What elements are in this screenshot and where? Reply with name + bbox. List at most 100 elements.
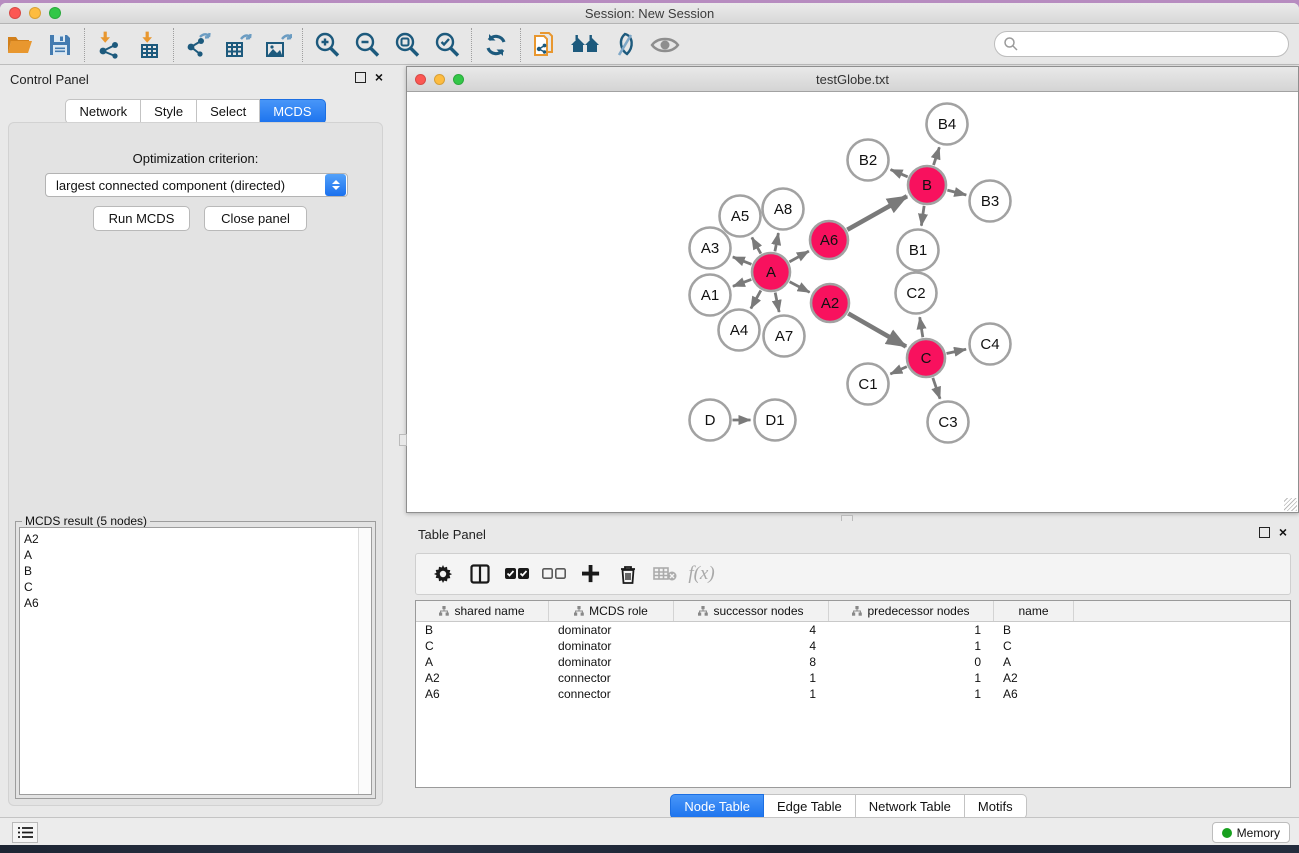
column-header-name[interactable]: name bbox=[994, 601, 1074, 621]
edge-A-A3[interactable] bbox=[733, 257, 752, 264]
column-header-predecessor-nodes[interactable]: predecessor nodes bbox=[829, 601, 994, 621]
table-cell[interactable]: dominator bbox=[549, 638, 674, 654]
select-all-button[interactable] bbox=[498, 556, 535, 592]
result-list-item[interactable]: A6 bbox=[24, 595, 371, 611]
float-panel-icon[interactable] bbox=[355, 72, 366, 83]
edge-C-C4[interactable] bbox=[947, 349, 967, 353]
export-image-button[interactable] bbox=[258, 27, 298, 63]
mcds-result-list[interactable]: A2ABCA6 bbox=[19, 527, 372, 795]
table-cell[interactable]: 4 bbox=[674, 638, 829, 654]
edge-B-B4[interactable] bbox=[934, 147, 940, 165]
network-window-titlebar[interactable]: testGlobe.txt bbox=[407, 67, 1298, 92]
edge-A6-B[interactable] bbox=[847, 196, 907, 229]
float-panel-icon[interactable] bbox=[1259, 527, 1270, 538]
table-cell[interactable]: 0 bbox=[829, 654, 994, 670]
export-network-button[interactable] bbox=[178, 27, 218, 63]
graph-node-A5[interactable]: A5 bbox=[720, 196, 761, 237]
table-cell[interactable]: 4 bbox=[674, 622, 829, 638]
search-field[interactable] bbox=[994, 31, 1289, 57]
table-cell[interactable]: C bbox=[994, 638, 1074, 654]
function-builder-button[interactable]: f(x) bbox=[683, 556, 720, 592]
edge-B-B2[interactable] bbox=[891, 170, 908, 177]
table-cell[interactable]: connector bbox=[549, 686, 674, 702]
duplicate-network-button[interactable] bbox=[525, 27, 565, 63]
table-cell[interactable]: dominator bbox=[549, 622, 674, 638]
table-cell[interactable]: A2 bbox=[994, 670, 1074, 686]
graph-node-A6[interactable]: A6 bbox=[810, 221, 848, 259]
graph-node-C3[interactable]: C3 bbox=[928, 402, 969, 443]
table-cell[interactable]: B bbox=[416, 622, 549, 638]
zoom-selected-button[interactable] bbox=[427, 27, 467, 63]
table-settings-button[interactable] bbox=[424, 556, 461, 592]
run-mcds-button[interactable]: Run MCDS bbox=[93, 206, 190, 231]
result-list-item[interactable]: C bbox=[24, 579, 371, 595]
node-table[interactable]: shared nameMCDS rolesuccessor nodesprede… bbox=[415, 600, 1291, 788]
hide-annotations-button[interactable] bbox=[605, 27, 645, 63]
table-cell[interactable]: 1 bbox=[674, 670, 829, 686]
column-header-shared-name[interactable]: shared name bbox=[416, 601, 549, 621]
window-resize-grip[interactable] bbox=[1284, 498, 1297, 511]
table-row[interactable]: Cdominator41C bbox=[416, 638, 1290, 654]
show-graphics-button[interactable] bbox=[645, 27, 685, 63]
table-cell[interactable]: 1 bbox=[674, 686, 829, 702]
result-list-item[interactable]: A bbox=[24, 547, 371, 563]
graph-node-A2[interactable]: A2 bbox=[811, 284, 849, 322]
tab-node-table[interactable]: Node Table bbox=[670, 794, 764, 819]
edge-B-B3[interactable] bbox=[947, 190, 966, 195]
tab-mcds[interactable]: MCDS bbox=[260, 99, 325, 124]
table-row[interactable]: Bdominator41B bbox=[416, 622, 1290, 638]
edge-A-A7[interactable] bbox=[775, 293, 779, 312]
import-table-button[interactable] bbox=[129, 27, 169, 63]
graph-node-B2[interactable]: B2 bbox=[848, 140, 889, 181]
delete-table-button[interactable] bbox=[646, 556, 683, 592]
maximize-window-button[interactable] bbox=[49, 7, 61, 19]
graph-node-C4[interactable]: C4 bbox=[970, 324, 1011, 365]
deselect-all-button[interactable] bbox=[535, 556, 572, 592]
edge-A-A4[interactable] bbox=[751, 290, 761, 308]
graph-node-B1[interactable]: B1 bbox=[898, 230, 939, 271]
close-panel-icon[interactable]: × bbox=[1279, 527, 1287, 538]
table-cell[interactable]: dominator bbox=[549, 654, 674, 670]
graph-node-A[interactable]: A bbox=[752, 253, 790, 291]
zoom-out-button[interactable] bbox=[347, 27, 387, 63]
delete-column-button[interactable] bbox=[609, 556, 646, 592]
edge-C-C2[interactable] bbox=[920, 317, 923, 337]
memory-button[interactable]: Memory bbox=[1212, 822, 1290, 843]
table-row[interactable]: Adominator80A bbox=[416, 654, 1290, 670]
maximize-window-button[interactable] bbox=[453, 74, 464, 85]
edge-A-A1[interactable] bbox=[733, 279, 751, 286]
edge-B-B1[interactable] bbox=[921, 206, 924, 226]
network-canvas[interactable]: AA1A3A4A5A7A8A6A2BB1B2B3B4CC1C2C3C4DD1 bbox=[407, 92, 1298, 512]
close-window-button[interactable] bbox=[415, 74, 426, 85]
graph-node-B[interactable]: B bbox=[908, 166, 946, 204]
table-cell[interactable]: 1 bbox=[829, 638, 994, 654]
table-cell[interactable]: A6 bbox=[994, 686, 1074, 702]
graph-node-B4[interactable]: B4 bbox=[927, 104, 968, 145]
close-window-button[interactable] bbox=[9, 7, 21, 19]
refresh-button[interactable] bbox=[476, 27, 516, 63]
graph-node-A4[interactable]: A4 bbox=[719, 310, 760, 351]
column-header-MCDS-role[interactable]: MCDS role bbox=[549, 601, 674, 621]
splitter-grip-left[interactable] bbox=[399, 434, 407, 446]
edge-A-A8[interactable] bbox=[775, 233, 778, 251]
graph-node-A1[interactable]: A1 bbox=[690, 275, 731, 316]
table-cell[interactable]: 8 bbox=[674, 654, 829, 670]
tab-network-table[interactable]: Network Table bbox=[856, 794, 965, 819]
open-session-button[interactable] bbox=[0, 27, 40, 63]
split-view-button[interactable] bbox=[461, 556, 498, 592]
zoom-in-button[interactable] bbox=[307, 27, 347, 63]
edge-C-C3[interactable] bbox=[933, 378, 940, 399]
graph-node-C1[interactable]: C1 bbox=[848, 364, 889, 405]
result-scrollbar[interactable] bbox=[358, 528, 371, 794]
graph-node-C2[interactable]: C2 bbox=[896, 273, 937, 314]
table-cell[interactable]: C bbox=[416, 638, 549, 654]
close-panel-button[interactable]: Close panel bbox=[204, 206, 307, 231]
zoom-fit-button[interactable] bbox=[387, 27, 427, 63]
tab-edge-table[interactable]: Edge Table bbox=[764, 794, 856, 819]
column-header-successor-nodes[interactable]: successor nodes bbox=[674, 601, 829, 621]
graph-node-A7[interactable]: A7 bbox=[764, 316, 805, 357]
graph-node-A8[interactable]: A8 bbox=[763, 189, 804, 230]
edge-C-C1[interactable] bbox=[890, 367, 906, 374]
import-network-button[interactable] bbox=[89, 27, 129, 63]
close-panel-icon[interactable]: × bbox=[375, 72, 383, 83]
